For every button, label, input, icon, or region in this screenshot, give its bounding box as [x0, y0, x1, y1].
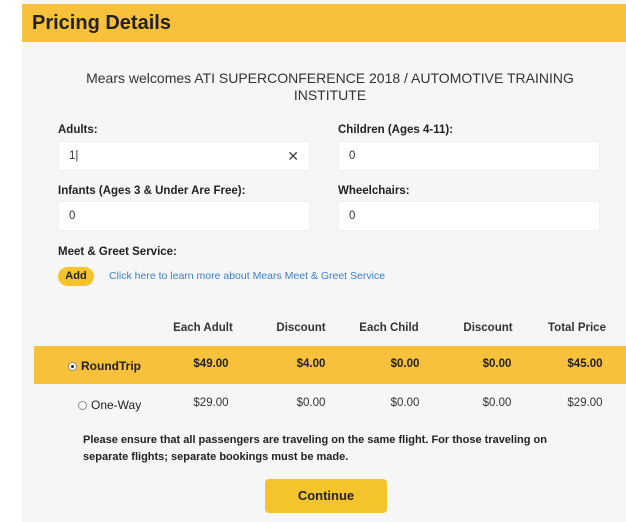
adults-input[interactable]: 1| ✕: [58, 141, 310, 171]
pricing-header: Pricing Details: [22, 4, 626, 42]
oneway-adult-discount: $0.00: [296, 397, 326, 409]
header-each-adult: Each Adult: [173, 322, 233, 334]
oneway-child-discount: $0.00: [482, 397, 512, 409]
wheelchairs-input[interactable]: 0: [338, 201, 600, 231]
roundtrip-child-discount: $0.00: [482, 358, 512, 370]
oneway-option[interactable]: One-Way: [78, 398, 141, 412]
children-label: Children (Ages 4-11):: [338, 124, 454, 136]
wheelchairs-label: Wheelchairs:: [338, 185, 410, 197]
infants-input-value: 0: [69, 210, 76, 222]
meet-greet-learn-more-link[interactable]: Click here to learn more about Mears Mee…: [109, 270, 385, 282]
oneway-label: One-Way: [91, 398, 142, 412]
roundtrip-total-price: $45.00: [567, 358, 603, 370]
radio-selected-icon[interactable]: [68, 361, 77, 371]
adults-label: Adults:: [58, 124, 98, 136]
continue-button[interactable]: Continue: [265, 479, 387, 513]
header-total-price: Total Price: [548, 322, 606, 334]
header-child-discount: Discount: [463, 322, 513, 334]
oneway-each-adult: $29.00: [193, 397, 229, 409]
meet-greet-label: Meet & Greet Service:: [58, 246, 177, 258]
children-input[interactable]: 0: [338, 141, 600, 171]
add-meet-greet-button[interactable]: Add: [58, 267, 94, 286]
children-input-value: 0: [349, 150, 356, 162]
infants-input[interactable]: 0: [58, 201, 310, 231]
roundtrip-option[interactable]: RoundTrip: [68, 359, 141, 373]
roundtrip-adult-discount: $4.00: [296, 358, 326, 370]
roundtrip-label: RoundTrip: [81, 359, 141, 373]
radio-unselected-icon[interactable]: [78, 400, 87, 410]
oneway-each-child: $0.00: [390, 397, 420, 409]
welcome-text: Mears welcomes ATI SUPERCONFERENCE 2018 …: [86, 70, 574, 103]
page-title: Pricing Details: [32, 12, 171, 34]
oneway-total-price: $29.00: [567, 397, 603, 409]
roundtrip-each-child: $0.00: [390, 358, 420, 370]
clear-icon[interactable]: ✕: [287, 148, 299, 165]
header-each-child: Each Child: [359, 322, 419, 334]
header-adult-discount: Discount: [276, 322, 326, 334]
adults-input-value: 1|: [69, 150, 79, 162]
infants-label: Infants (Ages 3 & Under Are Free):: [58, 185, 246, 197]
same-flight-notice: Please ensure that all passengers are tr…: [83, 434, 547, 463]
wheelchairs-input-value: 0: [349, 210, 356, 222]
roundtrip-each-adult: $49.00: [193, 358, 229, 370]
